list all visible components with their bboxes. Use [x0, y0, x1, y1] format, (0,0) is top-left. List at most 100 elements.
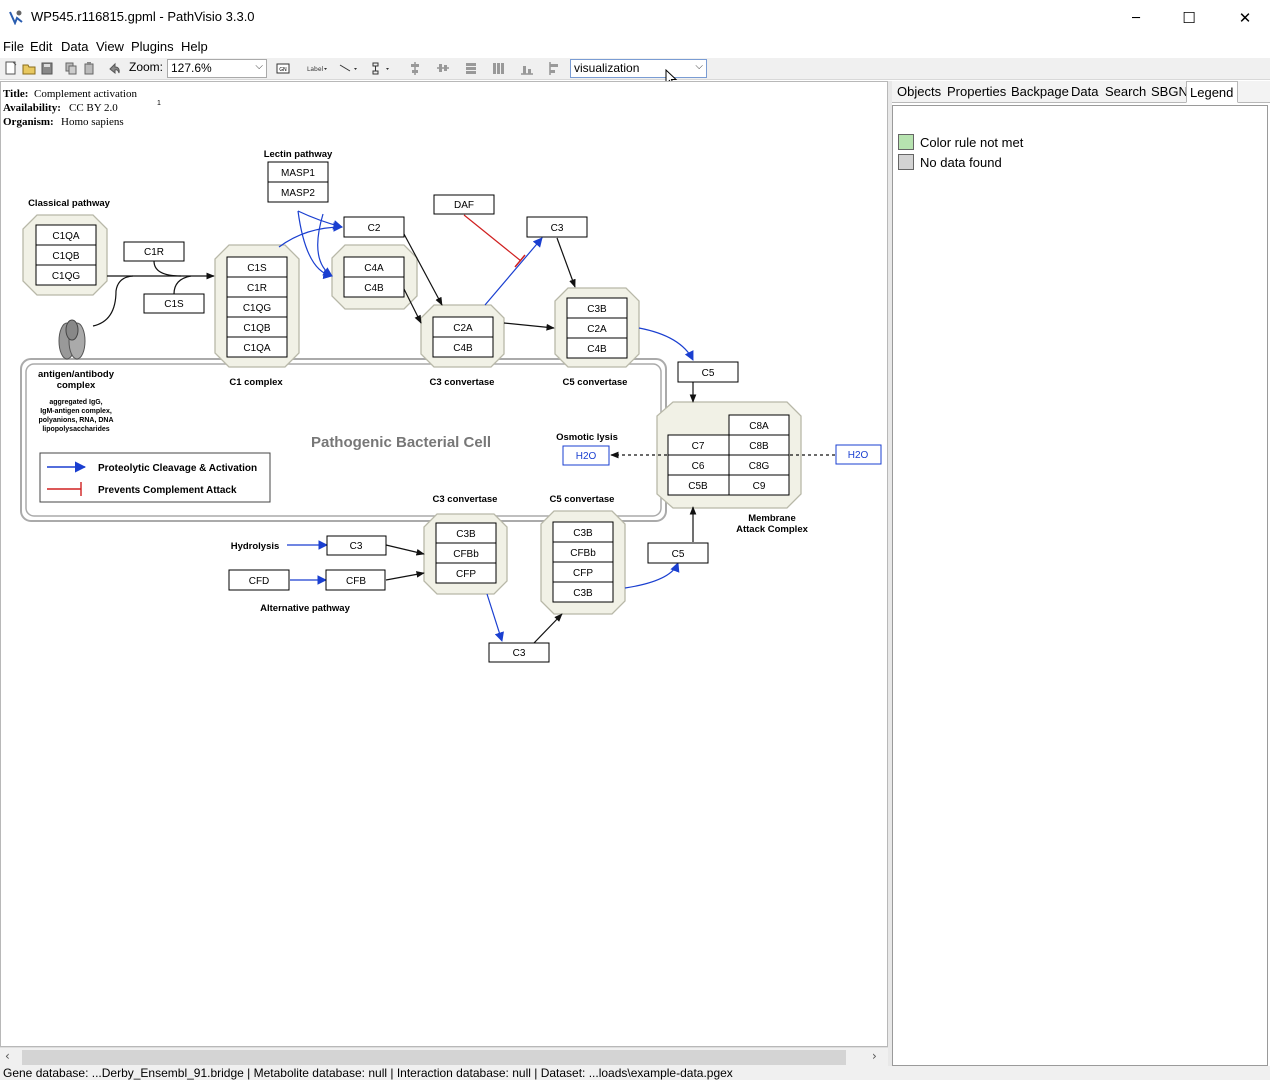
edge-c1r-to-line [153, 260, 182, 277]
node-label: C3 [513, 648, 526, 659]
stack-horizontal-icon[interactable] [492, 61, 506, 76]
organism-value: Homo sapiens [61, 116, 124, 128]
node-label: C1QB [243, 323, 271, 334]
c5-convertase-label-bottom: C5 convertase [550, 494, 615, 505]
edge-c1s-to-line [173, 275, 192, 295]
node-label: C8A [749, 421, 769, 432]
maximize-button[interactable]: ☐ [1166, 4, 1212, 32]
edge-daf-inhibits [463, 214, 522, 262]
antigen-desc-line4: lipopolysaccharides [42, 426, 109, 433]
pathway-canvas[interactable]: Title: Complement activation Availabilit… [0, 81, 888, 1047]
tab-properties[interactable]: Properties [947, 84, 1006, 99]
c5-convertase-label-top: C5 convertase [563, 377, 628, 388]
antigen-desc-line2: IgM-antigen complex, [40, 408, 112, 415]
node-label: CFB [346, 576, 366, 587]
osmotic-lysis-label: Osmotic lysis [556, 432, 618, 443]
copy-icon[interactable] [64, 61, 78, 76]
open-folder-icon[interactable] [22, 61, 36, 76]
paste-icon[interactable] [82, 61, 96, 76]
node-label: C3B [587, 304, 607, 315]
align-bottom-icon[interactable] [520, 61, 534, 76]
tab-search[interactable]: Search [1105, 84, 1146, 99]
align-center-icon[interactable] [408, 61, 422, 76]
antibody-icon [58, 319, 86, 360]
close-button[interactable]: ✕ [1222, 4, 1268, 32]
legend-item-color-rule: Color rule not met [898, 134, 1023, 150]
tab-data[interactable]: Data [1071, 84, 1098, 99]
legend-item-no-data: No data found [898, 154, 1002, 170]
availability-value: CC BY 2.0 [69, 102, 118, 114]
gene-product-icon[interactable]: GN [276, 61, 291, 76]
c3-convertase-label-bottom: C3 convertase [433, 494, 498, 505]
node-label: C4A [364, 263, 384, 274]
new-file-icon[interactable] [4, 61, 18, 76]
chevron-down-icon: ⌵ [695, 61, 703, 72]
node-label: C8G [749, 461, 770, 472]
scroll-right-icon[interactable]: › [872, 1049, 877, 1063]
node-label: C6 [692, 461, 705, 472]
node-label: C1S [164, 299, 184, 310]
tab-backpage[interactable]: Backpage [1011, 84, 1069, 99]
scrollbar-thumb[interactable] [22, 1050, 846, 1065]
node-label: C1QA [52, 231, 80, 242]
legend-activation-label: Proteolytic Cleavage & Activation [98, 463, 257, 474]
align-middle-icon[interactable] [436, 61, 450, 76]
node-label: C2A [453, 323, 473, 334]
node-label: CFP [573, 568, 593, 579]
node-label: C5B [688, 481, 708, 492]
node-label: C2 [368, 223, 381, 234]
label-icon[interactable]: Label [306, 61, 328, 76]
menu-help[interactable]: Help [181, 39, 208, 54]
menu-edit[interactable]: Edit [30, 39, 52, 54]
node-label: MASP2 [281, 188, 315, 199]
node-label: C1R [144, 247, 164, 258]
menu-plugins[interactable]: Plugins [131, 39, 174, 54]
menu-data[interactable]: Data [61, 39, 88, 54]
node-label: H2O [576, 451, 597, 462]
line-tool-icon[interactable] [338, 61, 360, 76]
menu-view[interactable]: View [96, 39, 124, 54]
mac-label-line2: Attack Complex [736, 524, 809, 535]
availability-label: Availability: [3, 102, 61, 114]
node-label: C4B [364, 283, 384, 294]
minimize-button[interactable]: ─ [1113, 4, 1159, 32]
window-title: WP545.r116815.gpml - PathVisio 3.3.0 [31, 9, 255, 24]
scroll-left-icon[interactable]: ‹ [5, 1049, 10, 1063]
organism-label: Organism: [3, 116, 54, 128]
edge-c3-to-c5-convertase [556, 237, 576, 288]
hydrolysis-label: Hydrolysis [231, 541, 280, 552]
edge-alt-c3c-to-c3 [486, 593, 504, 642]
pathogenic-cell-label: Pathogenic Bacterial Cell [311, 434, 491, 451]
pathvisio-app-icon [9, 10, 23, 25]
antigen-desc-line3: polyanions, RNA, DNA [38, 417, 113, 424]
tab-legend[interactable]: Legend [1186, 81, 1239, 103]
node-label: C7 [692, 441, 705, 452]
align-left-icon[interactable] [548, 61, 562, 76]
edge-c3c-to-c5c [503, 322, 555, 331]
node-label: CFD [249, 576, 270, 587]
menu-file[interactable]: File [3, 39, 24, 54]
maximize-icon: ☐ [1182, 9, 1196, 27]
shape-tool-icon[interactable] [370, 61, 392, 76]
tab-sbgn[interactable]: SBGN [1151, 84, 1188, 99]
node-label: C1QB [52, 251, 80, 262]
c3-convertase-label-top: C3 convertase [430, 377, 495, 388]
stack-vertical-icon[interactable] [464, 61, 478, 76]
horizontal-scrollbar[interactable]: ‹ › [0, 1047, 888, 1066]
zoom-combo[interactable]: 127.6% ⌵ [167, 59, 267, 78]
node-label: C8B [749, 441, 769, 452]
tab-objects[interactable]: Objects [897, 84, 941, 99]
edge-masp-to-c4 [297, 210, 333, 280]
zoom-value: 127.6% [171, 61, 212, 75]
antigen-desc-line1: aggregated IgG, [49, 399, 102, 406]
visualization-combo[interactable]: visualization ⌵ [570, 59, 707, 78]
node-label: CFBb [453, 549, 479, 560]
chevron-down-icon: ⌵ [255, 61, 263, 72]
node-label: C1QG [52, 271, 81, 282]
undo-icon[interactable] [107, 61, 121, 76]
node-label: C1S [247, 263, 267, 274]
save-icon[interactable] [40, 61, 54, 76]
lectin-pathway-label: Lectin pathway [264, 149, 333, 160]
node-label: CFP [456, 569, 476, 580]
legend-item-label: No data found [920, 154, 1002, 170]
